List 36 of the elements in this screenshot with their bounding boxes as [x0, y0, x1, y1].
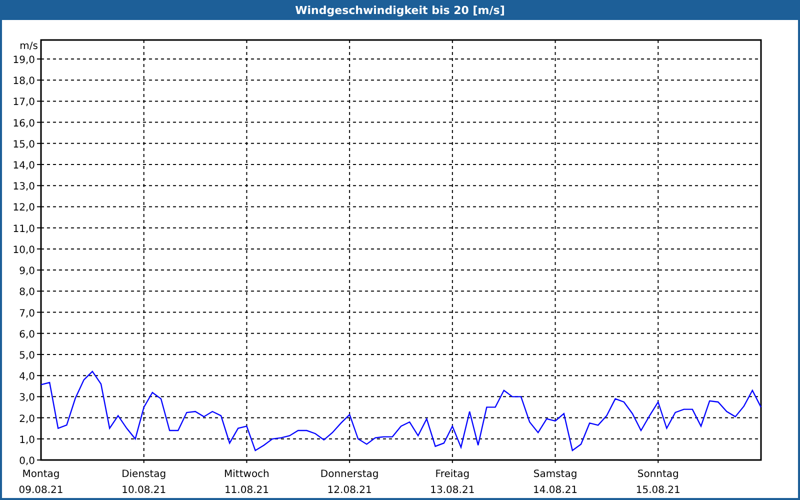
- y-tick-label: 0,0: [19, 456, 35, 467]
- y-tick-label: 11,0: [12, 224, 35, 235]
- date-label: 11.08.21: [224, 485, 269, 496]
- window-title: Windgeschwindigkeit bis 20 [m/s]: [295, 4, 505, 16]
- day-label: Samstag: [533, 469, 578, 480]
- date-label: 15.08.21: [636, 485, 680, 496]
- day-label: Dienstag: [122, 469, 166, 480]
- day-label: Donnerstag: [320, 469, 379, 480]
- date-label: 10.08.21: [122, 485, 166, 496]
- y-tick-label: 16,0: [12, 118, 35, 130]
- y-tick-label: 14,0: [12, 160, 35, 172]
- y-tick-label: 1,0: [19, 434, 35, 446]
- y-tick-label: 19,0: [12, 55, 35, 66]
- y-tick-label: 5,0: [19, 350, 35, 362]
- date-label: 13.08.21: [430, 485, 475, 496]
- y-tick-label: 15,0: [12, 139, 35, 150]
- day-label: Freitag: [435, 469, 470, 480]
- y-tick-label: 13,0: [12, 182, 35, 193]
- date-label: 12.08.21: [327, 485, 372, 496]
- axis-label: m/s: [20, 41, 38, 52]
- day-label: Mittwoch: [224, 469, 270, 480]
- y-tick-label: 3,0: [19, 392, 35, 404]
- y-tick-label: 2,0: [19, 414, 35, 425]
- y-tick-label: 6,0: [19, 329, 35, 340]
- y-tick-label: 17,0: [12, 97, 35, 108]
- y-tick-label: 7,0: [19, 308, 35, 320]
- y-tick-label: 18,0: [12, 76, 35, 88]
- y-tick-label: 4,0: [19, 372, 35, 383]
- y-tick-label: 8,0: [19, 287, 35, 298]
- y-tick-label: 9,0: [19, 266, 35, 278]
- date-label: 14.08.21: [533, 485, 578, 496]
- day-label: Sonntag: [637, 469, 679, 480]
- y-tick-label: 12,0: [12, 202, 35, 214]
- day-label: Montag: [22, 469, 60, 480]
- date-label: 09.08.21: [18, 485, 64, 496]
- y-tick-label: 10,0: [12, 244, 35, 256]
